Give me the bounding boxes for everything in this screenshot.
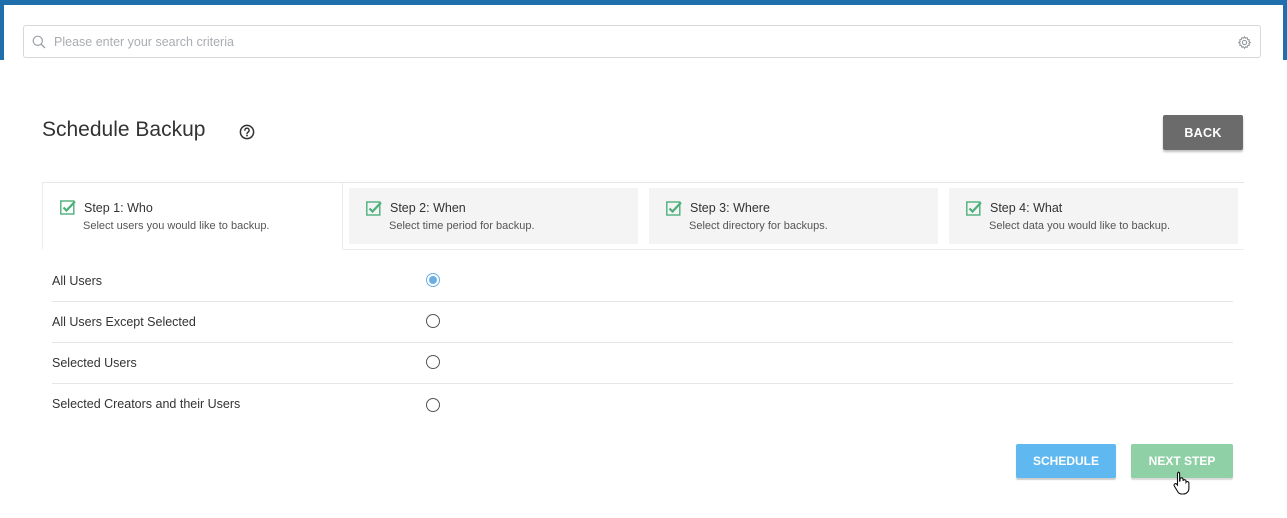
next-step-button[interactable]: NEXT STEP (1131, 444, 1233, 478)
radio-button[interactable] (426, 273, 440, 287)
check-square-icon (966, 201, 982, 216)
option-all-users-except-selected[interactable]: All Users Except Selected (52, 302, 1233, 343)
step-description: Select time period for backup. (389, 220, 535, 232)
search-bar (23, 25, 1261, 58)
step-what[interactable]: Step 4: What Select data you would like … (949, 188, 1238, 244)
step-title: Step 4: What (990, 201, 1063, 215)
radio-button[interactable] (426, 398, 440, 412)
option-label: All Users Except Selected (52, 315, 196, 329)
option-selected-users[interactable]: Selected Users (52, 343, 1233, 384)
radio-button[interactable] (426, 355, 440, 369)
option-label: Selected Creators and their Users (52, 397, 241, 411)
option-label: All Users (52, 274, 103, 288)
step-who[interactable]: Step 1: Who Select users you would like … (42, 183, 343, 249)
step-description: Select data you would like to backup. (989, 220, 1171, 232)
step-title: Step 2: When (390, 201, 466, 215)
check-square-icon (666, 201, 682, 216)
gear-icon[interactable] (1237, 35, 1252, 50)
page-title: Schedule Backup (42, 118, 206, 141)
step-title: Step 1: Who (84, 201, 153, 215)
radio-button[interactable] (426, 314, 440, 328)
steps-bottom-divider (343, 249, 1244, 250)
option-selected-creators[interactable]: Selected Creators and their Users (52, 384, 1233, 425)
step-when[interactable]: Step 2: When Select time period for back… (349, 188, 638, 244)
step-where[interactable]: Step 3: Where Select directory for backu… (649, 188, 938, 244)
step-description: Select directory for backups. (689, 220, 828, 232)
check-square-icon (366, 201, 382, 216)
step-title: Step 3: Where (690, 201, 770, 215)
check-square-icon (60, 200, 76, 215)
question-circle-icon[interactable] (239, 124, 255, 140)
schedule-button[interactable]: SCHEDULE (1016, 444, 1116, 478)
option-label: Selected Users (52, 356, 137, 370)
search-input[interactable] (54, 26, 1224, 57)
search-icon (32, 35, 46, 49)
back-button[interactable]: BACK (1163, 115, 1243, 150)
option-all-users[interactable]: All Users (52, 261, 1233, 302)
step-description: Select users you would like to backup. (83, 220, 270, 232)
